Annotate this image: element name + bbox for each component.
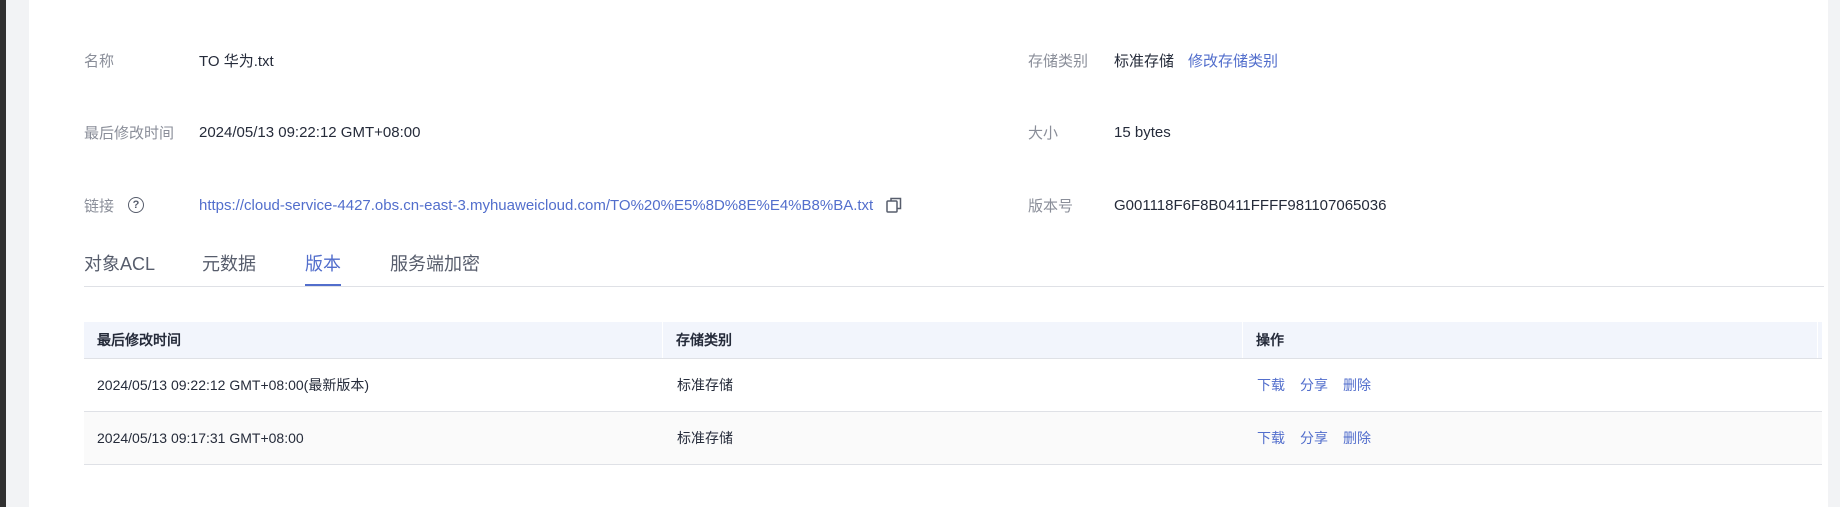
storage-class-field: 标准存储 修改存储类别 [1114, 50, 1278, 71]
link-label: 链接 [84, 197, 115, 215]
column-divider [1242, 322, 1243, 358]
column-divider [1817, 322, 1818, 358]
share-link[interactable]: 分享 [1300, 377, 1328, 393]
info-row-last-modified: 最后修改时间 2024/05/13 09:22:12 GMT+08:00 大小 … [84, 120, 1828, 144]
size-label: 大小 [1028, 124, 1059, 142]
storage-class-value: 标准存储 [1114, 52, 1175, 70]
name-value: TO 华为.txt [199, 52, 274, 70]
copy-icon[interactable] [885, 196, 903, 214]
last-modified-label: 最后修改时间 [84, 124, 175, 142]
row-modified-time: 2024/05/13 09:22:12 GMT+08:00(最新版本) [97, 377, 369, 393]
versions-table: 最后修改时间 存储类别 操作 2024/05/13 09:22:12 GMT+0… [84, 322, 1822, 465]
tab-versions[interactable]: 版本 [305, 250, 341, 286]
last-modified-value: 2024/05/13 09:22:12 GMT+08:00 [199, 123, 421, 141]
info-row-name: 名称 TO 华为.txt 存储类别 标准存储 修改存储类别 [84, 48, 1828, 72]
table-row: 2024/05/13 09:17:31 GMT+08:00 标准存储 下载 分享删… [84, 411, 1822, 464]
help-icon[interactable]: ? [128, 197, 145, 213]
share-link[interactable]: 分享 [1300, 430, 1328, 446]
delete-link[interactable]: 删除 [1343, 377, 1371, 393]
link-label-group: 链接 ? [84, 195, 145, 216]
column-header-storage-class: 存储类别 [676, 332, 732, 348]
column-divider [662, 322, 663, 358]
row-storage-class: 标准存储 [677, 377, 733, 393]
column-header-last-modified: 最后修改时间 [97, 332, 181, 348]
download-link[interactable]: 下载 [1257, 430, 1285, 446]
detail-tabs: 对象ACL 元数据 版本 服务端加密 [84, 246, 1824, 287]
row-actions: 下载 分享 删除 [1257, 428, 1386, 448]
modify-storage-class-link[interactable]: 修改存储类别 [1188, 50, 1278, 71]
name-label: 名称 [84, 52, 115, 70]
size-value: 15 bytes [1114, 123, 1171, 141]
column-header-actions: 操作 [1256, 332, 1284, 348]
row-actions: 下载 分享 删除 [1257, 375, 1386, 395]
link-field: https://cloud-service-4427.obs.cn-east-3… [199, 196, 903, 214]
window-right-edge [1828, 0, 1840, 507]
download-link[interactable]: 下载 [1257, 377, 1285, 393]
version-label: 版本号 [1028, 197, 1074, 215]
table-header: 最后修改时间 存储类别 操作 [84, 322, 1822, 359]
delete-link[interactable]: 删除 [1343, 430, 1371, 446]
table-row: 2024/05/13 09:22:12 GMT+08:00(最新版本) 标准存储… [84, 359, 1822, 411]
object-url-link[interactable]: https://cloud-service-4427.obs.cn-east-3… [199, 197, 873, 214]
window-left-edge [0, 0, 6, 507]
row-storage-class: 标准存储 [677, 430, 733, 446]
info-row-link: 链接 ? https://cloud-service-4427.obs.cn-e… [84, 193, 1828, 217]
row-modified-time: 2024/05/13 09:17:31 GMT+08:00 [97, 430, 304, 446]
storage-class-label: 存储类别 [1028, 52, 1089, 70]
object-detail-panel: 名称 TO 华为.txt 存储类别 标准存储 修改存储类别 最后修改时间 202… [29, 0, 1828, 507]
version-value: G001118F6F8B0411FFFF981107065036 [1114, 196, 1387, 214]
tab-metadata[interactable]: 元数据 [202, 250, 256, 284]
tab-server-side-encryption[interactable]: 服务端加密 [390, 250, 480, 284]
tab-object-acl[interactable]: 对象ACL [84, 250, 155, 284]
